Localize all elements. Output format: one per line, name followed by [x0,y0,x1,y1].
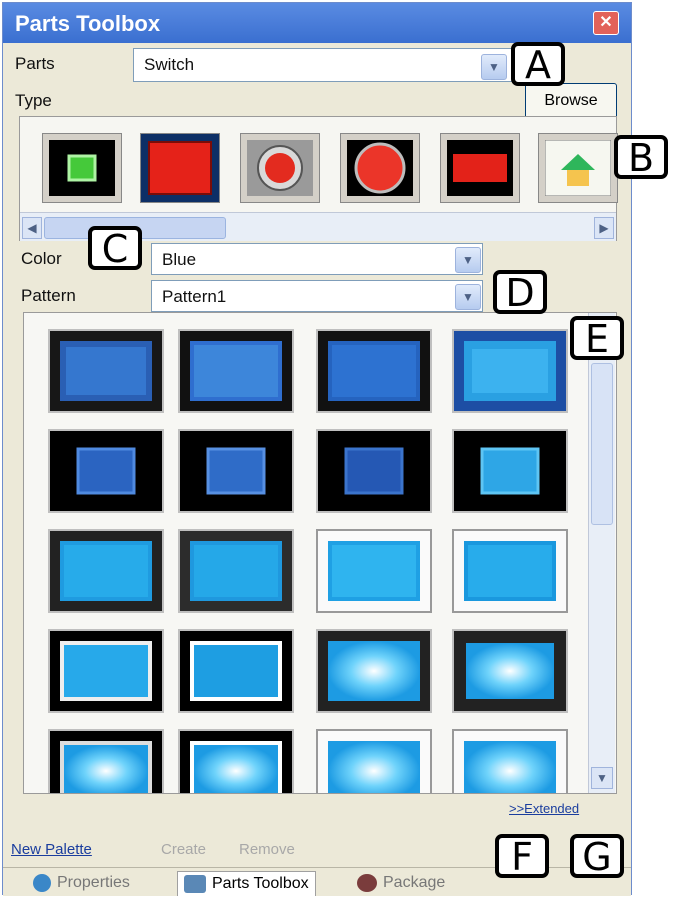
create-link: Create [161,841,207,858]
red-rect-switch-icon [447,140,513,196]
pattern-tile[interactable] [48,729,164,793]
pattern-tile[interactable] [48,429,164,513]
pattern-tile[interactable] [316,429,432,513]
tab-label: Properties [57,874,130,891]
scroll-down-icon[interactable]: ▼ [591,767,613,789]
green-square-lamp-icon [49,140,115,196]
color-value: Blue [162,250,197,269]
pattern-tile[interactable] [178,329,294,413]
callout-c: C [88,226,142,270]
red-round-switch-icon [247,140,313,196]
tab-parts-toolbox[interactable]: Parts Toolbox [177,871,316,896]
pattern-tile[interactable] [316,729,432,793]
parts-label: Parts [15,54,55,73]
pattern-vertical-scrollbar[interactable]: ▼ [588,313,615,793]
pattern-tile[interactable] [316,629,432,713]
callout-b: B [614,135,668,179]
house-icon [545,140,611,196]
pattern-tile[interactable] [178,729,294,793]
red-round-lamp-icon [347,140,413,196]
close-icon[interactable]: ✕ [593,11,619,35]
callout-d: D [493,270,547,314]
pattern-tile[interactable] [452,729,568,793]
package-icon [357,874,377,892]
color-select[interactable]: Blue [151,243,483,275]
pattern-value: Pattern1 [162,287,227,306]
parts-toolbox-window: Parts Toolbox ✕ Parts Switch ▼ Type Brow… [2,2,632,896]
extended-link[interactable]: >>Extended [509,801,579,816]
pattern-grid: ▼ [23,312,617,794]
pattern-tile[interactable] [178,629,294,713]
type-gallery: ◀ ▶ [19,116,618,241]
parts-toolbox-icon [184,875,206,893]
pattern-tile[interactable] [178,429,294,513]
properties-icon [33,874,51,892]
pattern-tile[interactable] [48,529,164,613]
pattern-tile[interactable] [452,429,568,513]
red-square-switch-icon [148,141,212,195]
title-bar: Parts Toolbox ✕ [3,3,631,43]
callout-f: F [495,834,549,878]
new-palette-link[interactable]: New Palette [11,841,92,858]
remove-link: Remove [239,841,295,858]
callout-a: A [511,42,565,86]
type-item-red-square[interactable] [140,133,220,203]
color-chevron-down-icon[interactable]: ▼ [455,247,481,273]
browse-button[interactable]: Browse [525,83,617,119]
pattern-tile[interactable] [452,629,568,713]
type-label: Type [15,91,52,110]
type-item-red-round-lamp[interactable] [340,133,420,203]
tab-package[interactable]: Package [357,871,445,895]
pattern-tile[interactable] [48,629,164,713]
tab-properties[interactable]: Properties [33,871,130,895]
window-title: Parts Toolbox [15,11,161,36]
chevron-down-icon[interactable]: ▼ [481,54,507,80]
pattern-tile[interactable] [316,329,432,413]
tab-label: Package [383,874,446,891]
pattern-tile[interactable] [452,329,568,413]
scroll-right-icon[interactable]: ▶ [594,217,614,239]
callout-e: E [570,316,624,360]
type-item-red-round-switch[interactable] [240,133,320,203]
pattern-tile[interactable] [316,529,432,613]
parts-value: Switch [144,55,195,74]
pattern-tile[interactable] [178,529,294,613]
scroll-left-icon[interactable]: ◀ [22,217,42,239]
type-item-green-lamp[interactable] [42,133,122,203]
callout-g: G [570,834,624,878]
pattern-select[interactable]: Pattern1 [151,280,483,312]
pattern-tile[interactable] [452,529,568,613]
pattern-label: Pattern [21,286,76,305]
type-item-house[interactable] [538,133,618,203]
color-label: Color [21,249,62,268]
pattern-tile[interactable] [48,329,164,413]
parts-select[interactable]: Switch [133,48,528,82]
pattern-chevron-down-icon[interactable]: ▼ [455,284,481,310]
type-item-red-rect[interactable] [440,133,520,203]
scroll-thumb[interactable] [591,363,613,525]
tab-label: Parts Toolbox [212,875,309,892]
